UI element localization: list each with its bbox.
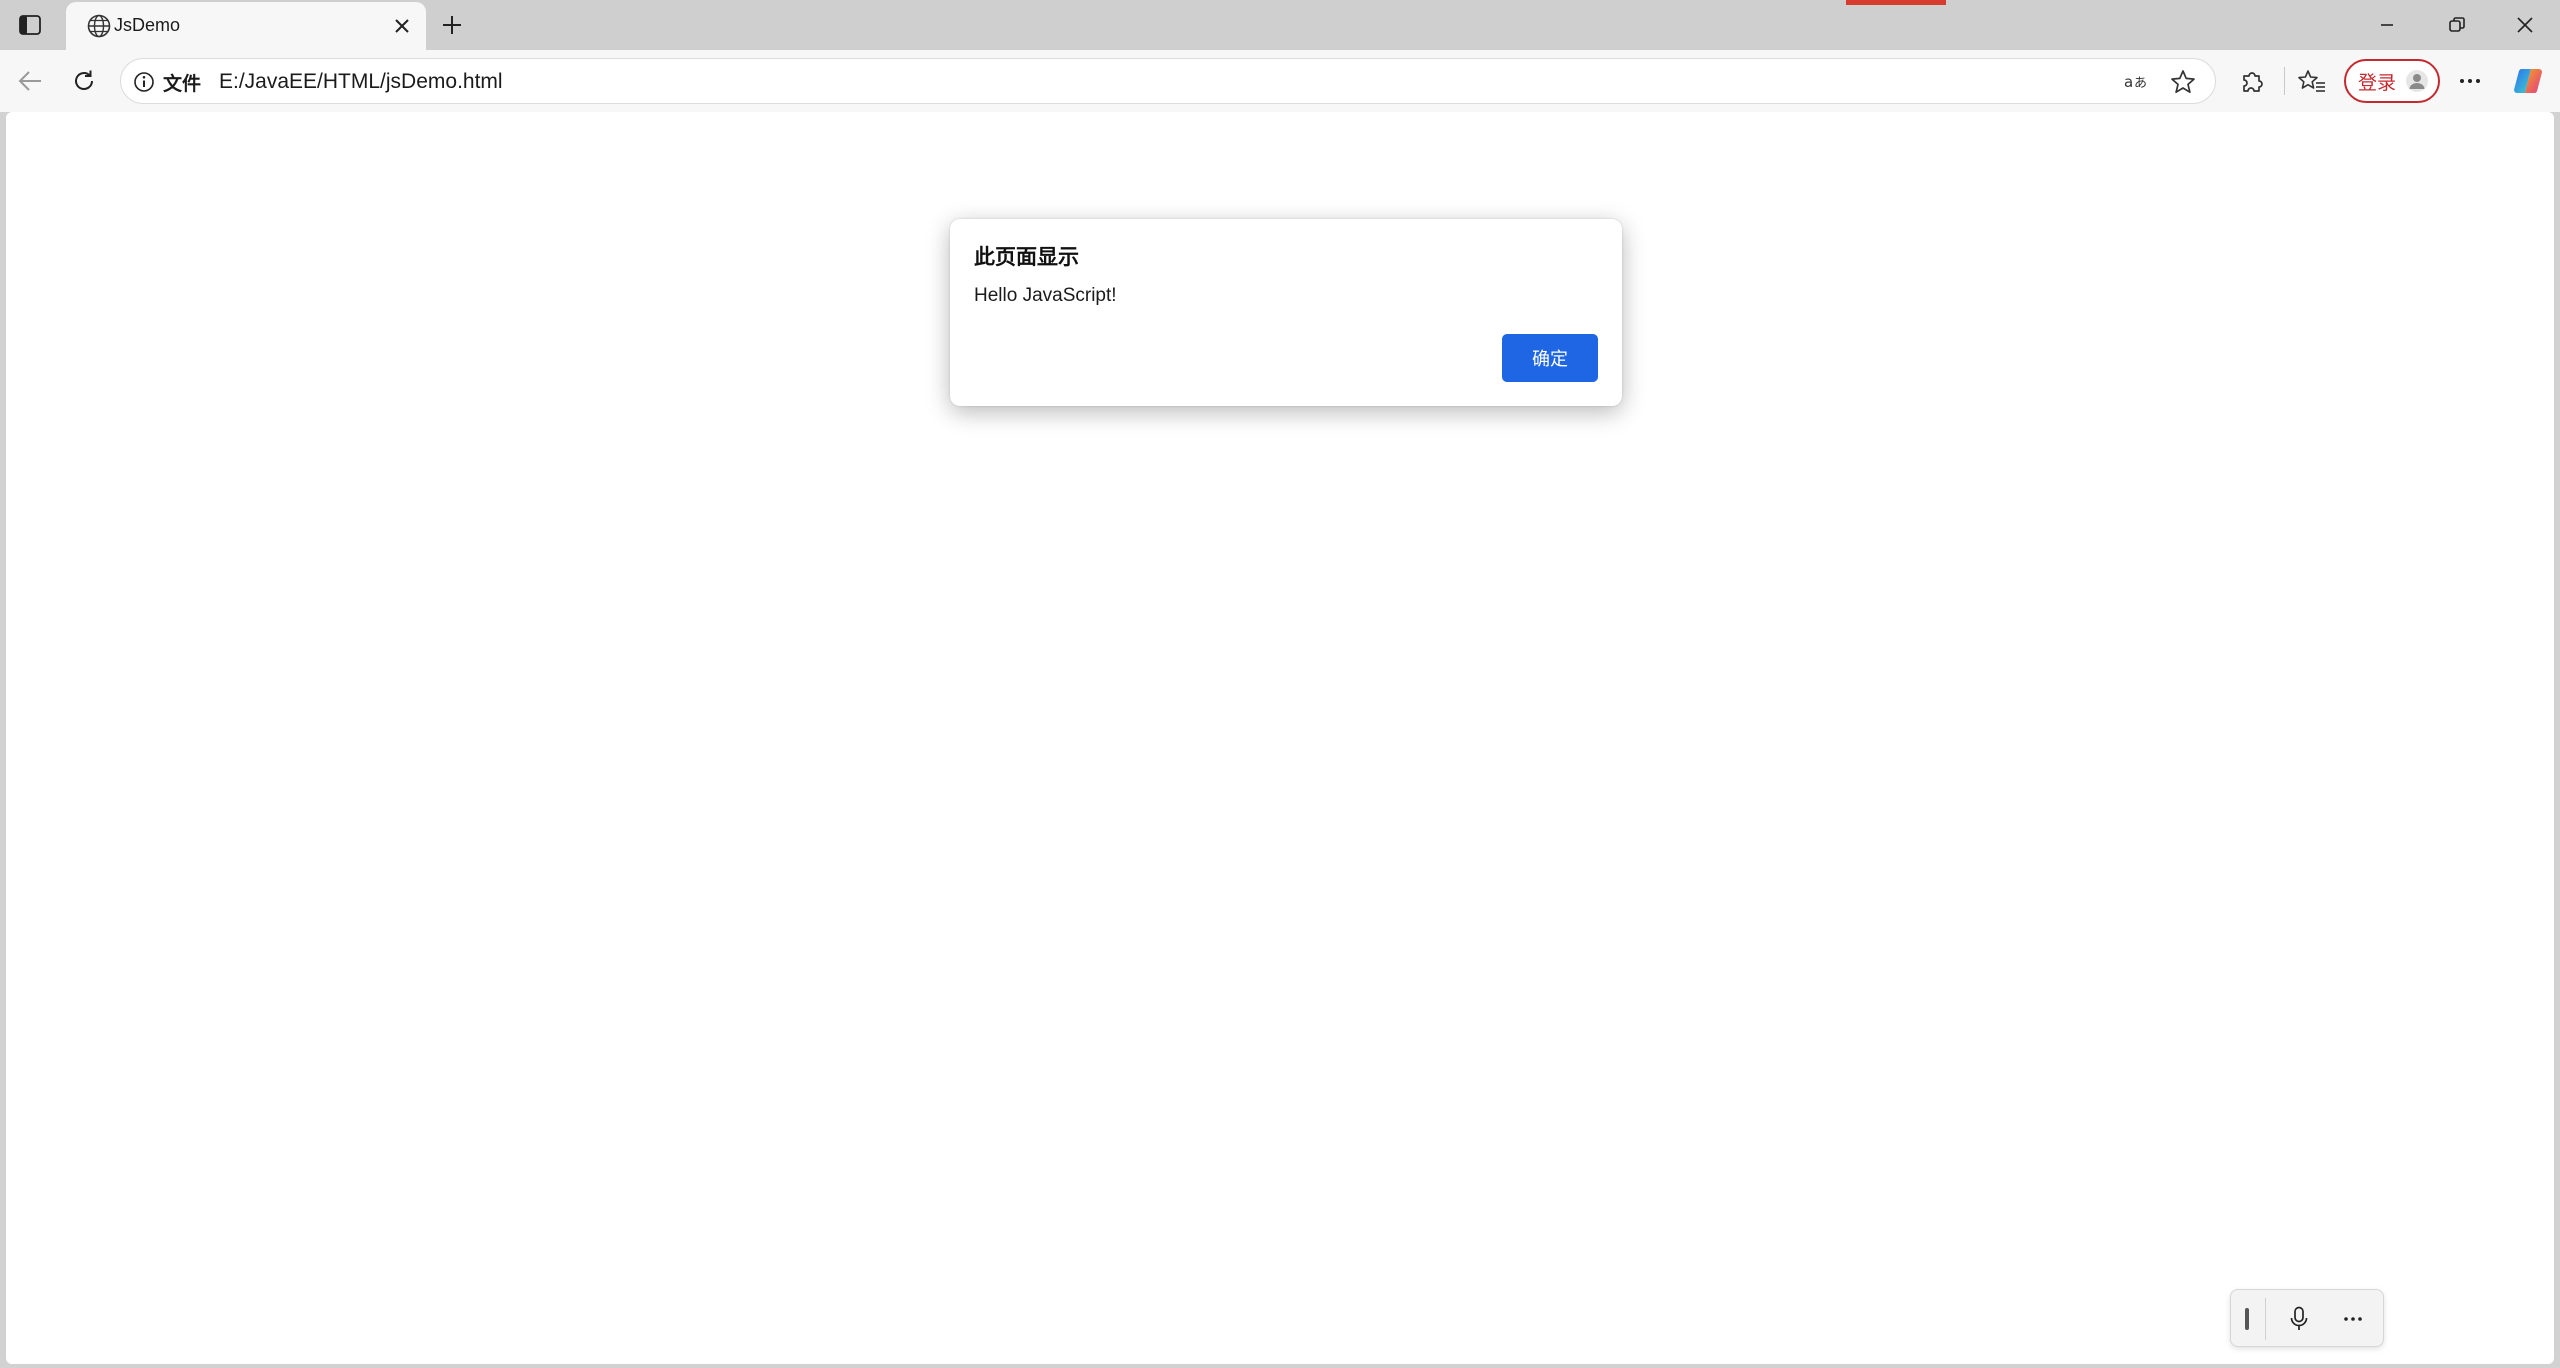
voice-toolbar [2230,1289,2384,1347]
voice-divider [2265,1298,2266,1340]
tab-jsdemo[interactable]: JsDemo [66,2,426,50]
alert-dialog: 此页面显示 Hello JavaScript! 确定 [950,219,1622,406]
sidebar-toggle-button[interactable] [10,9,50,41]
tab-strip: JsDemo [0,0,2560,50]
avatar-icon [2406,70,2428,92]
info-icon [134,72,154,92]
favorites-button[interactable] [2292,63,2332,99]
tab-title: JsDemo [114,15,181,35]
minimize-button[interactable] [2352,0,2422,50]
voice-more-button[interactable] [2335,1302,2371,1336]
site-info-button[interactable]: 文件 [133,68,201,96]
alert-ok-button[interactable]: 确定 [1502,334,1598,382]
globe-icon [87,14,111,38]
close-window-icon [2517,17,2533,33]
read-aloud-button[interactable]: a あ [2121,67,2153,97]
alert-message: Hello JavaScript! [974,285,1117,306]
address-bar[interactable]: 文件 E:/JavaEE/HTML/jsDemo.html a あ [120,58,2216,104]
arrow-left-icon [18,71,41,91]
drag-handle[interactable] [2245,1308,2249,1330]
microphone-icon [2290,1306,2308,1330]
close-window-button[interactable] [2490,0,2560,50]
favorite-button[interactable] [2167,67,2199,97]
extensions-button[interactable] [2232,63,2272,99]
back-button[interactable] [10,63,50,99]
star-icon [2171,70,2195,94]
page-content: 此页面显示 Hello JavaScript! 确定 [6,112,2554,1364]
svg-text:a: a [2124,73,2133,91]
signin-label: 登录 [2358,71,2397,94]
close-tab-button[interactable] [390,14,414,38]
copilot-button[interactable] [2508,63,2548,99]
sidebar-toggle-icon [19,15,41,35]
plus-icon [443,16,461,34]
puzzle-icon [2243,72,2263,92]
copilot-icon [2514,69,2542,93]
restore-button[interactable] [2422,0,2492,50]
more-button[interactable] [2450,63,2490,99]
toolbar-separator [2284,67,2285,95]
new-tab-button[interactable] [434,9,470,41]
more-icon [2344,1317,2362,1321]
recording-indicator [1846,0,1946,5]
read-aloud-icon: a あ [2124,73,2147,91]
restore-icon [2449,17,2465,32]
url-text[interactable]: E:/JavaEE/HTML/jsDemo.html [219,70,503,94]
close-icon [395,19,409,33]
reload-button[interactable] [64,63,104,99]
toolbar: 文件 E:/JavaEE/HTML/jsDemo.html a あ 登录 [0,50,2560,112]
minimize-icon [2381,24,2393,26]
mic-button[interactable] [2281,1302,2317,1336]
site-info-label: 文件 [163,72,202,95]
reload-icon [75,70,93,90]
signin-button[interactable]: 登录 [2344,59,2440,103]
more-icon [2460,79,2480,83]
alert-title: 此页面显示 [974,245,1079,269]
favorites-icon [2298,70,2325,92]
svg-text:あ: あ [2134,76,2147,91]
